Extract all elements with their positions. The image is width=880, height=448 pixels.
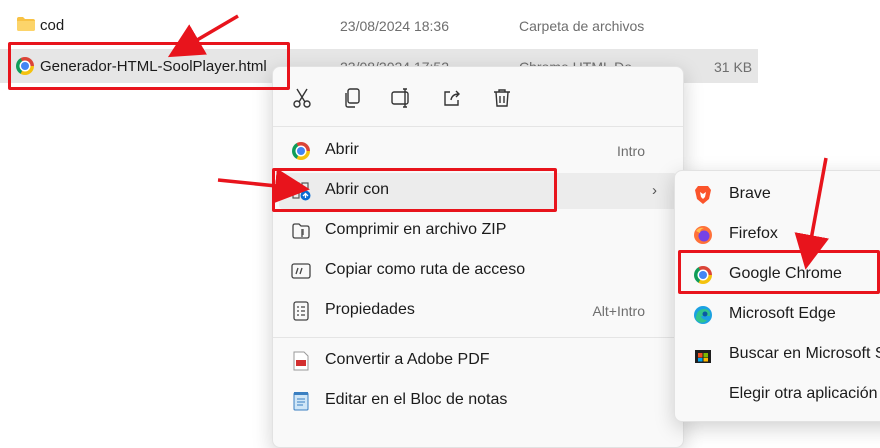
annotation-arrows [167,14,830,270]
arrow-to-chrome [794,157,830,270]
arrow-to-file [167,14,239,58]
arrow-to-abrir-con [217,168,310,204]
